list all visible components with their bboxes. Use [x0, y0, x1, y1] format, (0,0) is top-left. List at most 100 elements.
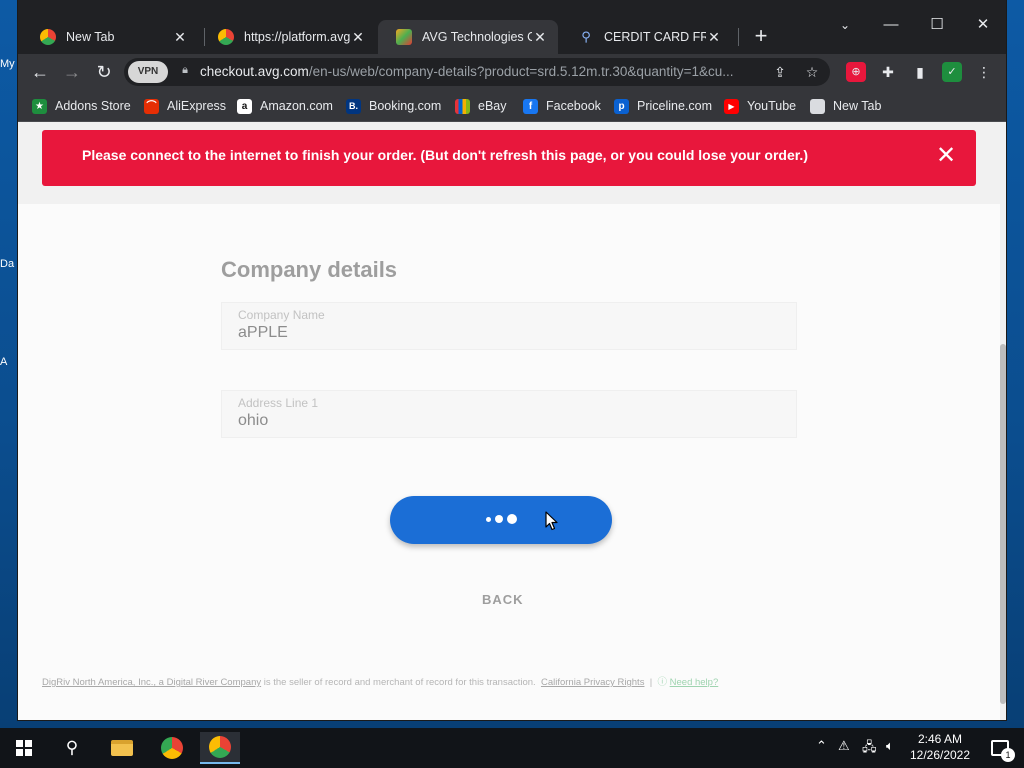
tab-platform-avg[interactable]: https://platform.avg.c ✕: [200, 20, 376, 54]
reload-icon[interactable]: ↻: [90, 58, 118, 86]
loading-dot: [486, 516, 491, 522]
desktop-icon[interactable]: A: [0, 356, 18, 368]
minimize-button[interactable]: —: [868, 10, 914, 40]
footer-text: is the seller of record and merchant of …: [261, 677, 536, 688]
tab-title: https://platform.avg.c: [244, 30, 350, 44]
close-tab-icon[interactable]: ✕: [350, 29, 366, 46]
tab-title: AVG Technologies Or: [422, 30, 532, 44]
need-help-link[interactable]: Need help?: [670, 677, 719, 688]
volume-icon[interactable]: 🔈︎: [886, 738, 894, 754]
clock-time: 2:46 AM: [917, 732, 963, 746]
sidebar-icon[interactable]: ▮: [910, 62, 930, 82]
tab-credit-card[interactable]: ⚲ CERDIT CARD FREE - ✕: [560, 20, 732, 54]
address-line-1-field[interactable]: Address Line 1 ohio: [221, 390, 797, 438]
notification-count-badge: 1: [1001, 748, 1015, 762]
bookmark-ebay[interactable]: ▬ eBay: [455, 96, 507, 116]
desktop-icon[interactable]: My: [0, 58, 18, 70]
browser-toolbar: ← → ↻ VPN 🔒︎ checkout.avg.com/en-us/web/…: [18, 54, 1006, 90]
loading-dot: [507, 514, 517, 524]
maximize-button[interactable]: ☐: [914, 10, 960, 40]
network-warning-icon[interactable]: ⚠: [838, 738, 850, 754]
close-tab-icon[interactable]: ✕: [172, 29, 188, 46]
extension-lock-icon[interactable]: ⊕: [846, 62, 866, 82]
menu-kebab-icon[interactable]: ⋮: [974, 62, 994, 82]
page-title: Company details: [221, 257, 398, 282]
url-text[interactable]: checkout.avg.com/en-us/web/company-detai…: [200, 64, 770, 79]
bookmark-booking[interactable]: B. Booking.com: [346, 96, 441, 116]
bookmark-label: eBay: [478, 99, 507, 113]
footer-divider: |: [647, 677, 655, 688]
tab-avg-technologies[interactable]: AVG Technologies Or ✕: [378, 20, 558, 54]
bookmark-label: Amazon.com: [260, 99, 333, 113]
bookmark-label: New Tab: [833, 99, 882, 113]
close-tab-icon[interactable]: ✕: [706, 29, 722, 46]
windows-taskbar: ⚲ ⌃ ⚠ 🖧︎ 🔈︎ 2:46 AM 12/26/2022 1: [0, 728, 1024, 768]
ebay-icon: ▬: [455, 98, 470, 114]
field-label: Company Name: [238, 308, 325, 322]
share-icon[interactable]: ⇪: [770, 62, 790, 82]
network-icon[interactable]: 🖧︎: [862, 738, 877, 760]
footer-legal: DigRiv North America, Inc., a Digital Ri…: [42, 674, 718, 688]
page-viewport: Please connect to the internet to finish…: [18, 122, 1000, 720]
desktop-icon[interactable]: Da: [0, 258, 18, 270]
bookmark-star-icon[interactable]: ☆: [802, 62, 822, 82]
tab-strip: New Tab ✕ https://platform.avg.c ✕ AVG T…: [18, 0, 1006, 54]
tab-search-chevron-icon[interactable]: ⌄: [822, 10, 868, 40]
field-value[interactable]: aPPLE: [238, 324, 288, 342]
brave-icon: [218, 29, 234, 45]
scrollbar-thumb[interactable]: [1000, 344, 1006, 704]
shield-check-icon[interactable]: ✓: [942, 62, 962, 82]
search-icon[interactable]: ⚲: [52, 732, 92, 764]
page-scrollbar[interactable]: [1000, 122, 1006, 720]
lock-icon[interactable]: 🔒︎: [178, 64, 192, 78]
bookmark-amazon[interactable]: a Amazon.com: [237, 96, 333, 116]
bookmark-label: Booking.com: [369, 99, 442, 113]
booking-icon: B.: [346, 98, 361, 114]
banner-message: Please connect to the internet to finish…: [82, 147, 808, 163]
bookmark-addons-store[interactable]: ★ Addons Store: [32, 96, 131, 116]
continue-button-loading[interactable]: [390, 496, 612, 544]
bookmark-label: AliExpress: [167, 99, 227, 113]
chevron-up-icon[interactable]: ⌃: [816, 738, 827, 754]
bookmark-priceline[interactable]: p Priceline.com: [614, 96, 712, 116]
url-host: checkout.avg.com: [200, 64, 309, 79]
clock-date: 12/26/2022: [909, 748, 971, 762]
url-path: /en-us/web/company-details?product=srd.5…: [308, 64, 734, 79]
help-circle-icon: ⓘ: [657, 677, 667, 688]
browser-window: New Tab ✕ https://platform.avg.c ✕ AVG T…: [18, 0, 1006, 720]
notification-center-icon[interactable]: 1: [980, 732, 1020, 764]
tab-title: New Tab: [66, 30, 115, 44]
address-bar[interactable]: VPN 🔒︎ checkout.avg.com/en-us/web/compan…: [124, 58, 830, 86]
browser-taskbar-icon[interactable]: [200, 732, 240, 764]
chrome-icon[interactable]: [152, 732, 192, 764]
extensions-puzzle-icon[interactable]: ✚: [878, 62, 898, 82]
close-window-button[interactable]: ✕: [960, 10, 1006, 40]
bookmark-facebook[interactable]: f Facebook: [523, 96, 601, 116]
offline-error-banner: Please connect to the internet to finish…: [42, 130, 976, 186]
tab-new-tab[interactable]: New Tab ✕: [22, 20, 198, 54]
new-tab-button[interactable]: +: [749, 24, 773, 48]
tab-title: CERDIT CARD FREE -: [604, 30, 706, 44]
aliexpress-icon: ⌒: [144, 98, 159, 114]
company-name-field[interactable]: Company Name aPPLE: [221, 302, 797, 350]
privacy-rights-link[interactable]: California Privacy Rights: [541, 677, 644, 688]
bookmark-aliexpress[interactable]: ⌒ AliExpress: [144, 96, 226, 116]
priceline-icon: p: [614, 98, 629, 114]
bookmark-youtube[interactable]: ▶ YouTube: [724, 96, 796, 116]
windows-start-icon[interactable]: [4, 732, 44, 764]
back-arrow-icon[interactable]: ←: [26, 58, 54, 86]
close-banner-icon[interactable]: ✕: [934, 144, 958, 168]
tab-divider: [738, 28, 739, 46]
vpn-badge[interactable]: VPN: [128, 61, 168, 83]
bookmark-label: Priceline.com: [637, 99, 713, 113]
close-tab-icon[interactable]: ✕: [532, 29, 548, 46]
field-value[interactable]: ohio: [238, 412, 268, 430]
bookmark-new-tab[interactable]: New Tab: [810, 96, 881, 116]
brave-icon: [40, 29, 56, 45]
file-explorer-icon[interactable]: [102, 732, 142, 764]
back-link[interactable]: BACK: [482, 592, 524, 607]
loading-dot: [495, 515, 503, 523]
seller-link[interactable]: DigRiv North America, Inc., a Digital Ri…: [42, 677, 261, 688]
taskbar-clock[interactable]: 2:46 AM 12/26/2022: [906, 731, 974, 763]
forward-arrow-icon[interactable]: →: [58, 58, 86, 86]
